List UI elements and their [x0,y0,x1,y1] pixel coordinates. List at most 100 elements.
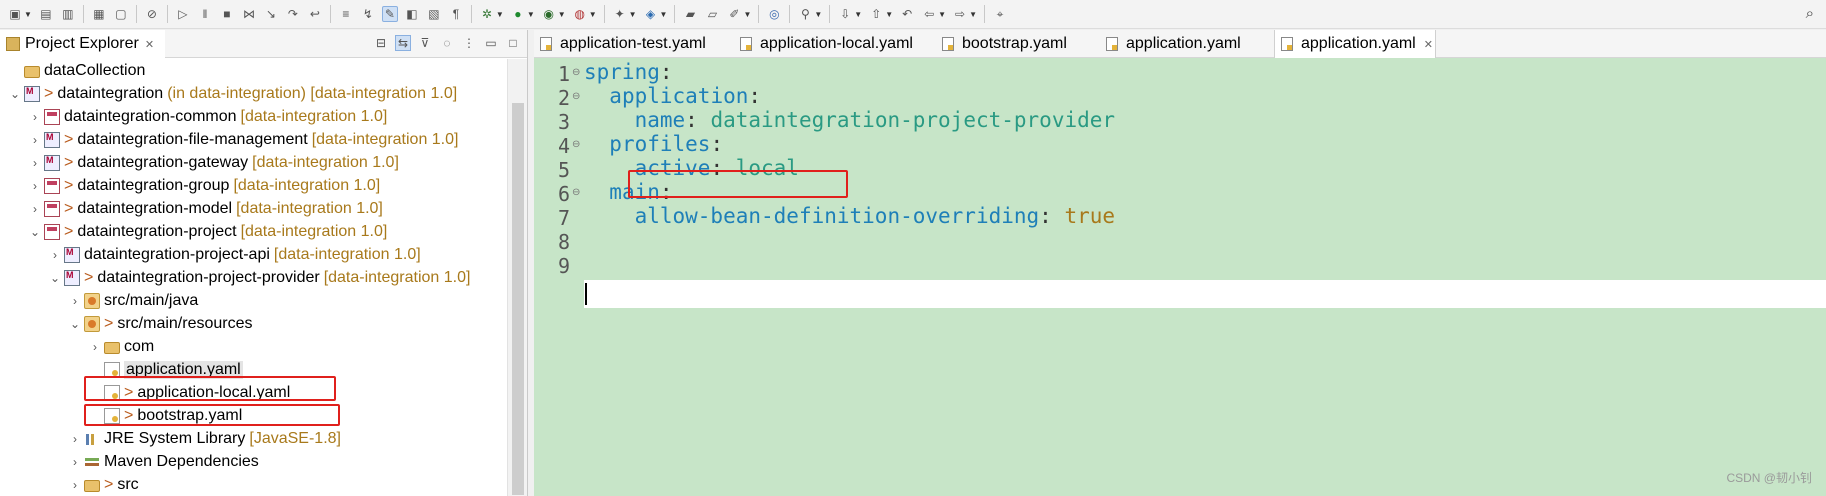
chevron-right-icon[interactable]: › [28,179,42,193]
run-dropdown-icon[interactable]: ▼ [527,10,535,19]
tree-item[interactable]: ⌄ >dataintegration-project-provider[data-… [48,266,470,289]
word-wrap-icon[interactable]: ↯ [360,6,376,22]
forward-icon[interactable]: ⇨ [952,6,968,22]
next-annotation-dropdown-icon[interactable]: ▼ [854,10,862,19]
chevron-right-icon[interactable]: › [28,202,42,216]
tree-item[interactable]: ⌄ > src/main/resources [68,312,253,335]
chevron-right-icon[interactable]: › [68,455,82,469]
minimize-icon[interactable]: ▭ [483,35,499,51]
highlight-icon[interactable]: ◧ [404,6,420,22]
editor-tab[interactable]: application-local.yaml [734,30,936,58]
chevron-right-icon[interactable]: › [28,133,42,147]
chevron-right-icon[interactable]: › [68,432,82,446]
new-java-class-icon[interactable]: ◈ [643,6,659,22]
search-tool-dropdown-icon[interactable]: ▼ [743,10,751,19]
forward-dropdown-icon[interactable]: ▼ [969,10,977,19]
console-icon[interactable]: ▢ [113,6,129,22]
open-type-icon[interactable]: ▰ [682,6,698,22]
debug-dropdown-icon[interactable]: ▼ [496,10,504,19]
previous-annotation-icon[interactable]: ⇧ [868,6,884,22]
tree-item[interactable]: › > dataintegration-model [data-integration… [28,197,383,220]
terminal-icon[interactable]: ▦ [91,6,107,22]
tree-item[interactable]: > application-local.yaml [88,381,290,404]
tree-item[interactable]: › dataintegration-common [data-integration… [28,105,387,128]
search-tool-icon[interactable]: ✐ [726,6,742,22]
code-text-area[interactable]: spring: application: name: dataintegrati… [584,59,1826,496]
tree-scrollbar-thumb[interactable] [512,103,524,495]
tree-item[interactable]: › >dataintegration-file-management[data-i… [28,128,458,151]
pin-icon[interactable]: ⌖ [992,6,1008,22]
tree-item[interactable]: application.yaml [88,358,243,381]
editor-tab[interactable]: application.yaml ✕ [1274,30,1436,58]
step-over-icon[interactable]: ↷ [285,6,301,22]
run-icon[interactable]: ● [510,6,526,22]
save-all-icon[interactable]: ▥ [60,6,76,22]
tree-item[interactable]: › Maven Dependencies [68,450,259,473]
close-icon[interactable]: ✕ [145,38,154,51]
tree-item[interactable]: > bootstrap.yaml [88,404,242,427]
suspend-icon[interactable]: ‖ [197,6,213,22]
tree-item[interactable]: › JRE System Library [JavaSE-1.8] [68,427,341,450]
step-into-icon[interactable]: ↘ [263,6,279,22]
toggle-block-icon[interactable]: ≡ [338,6,354,22]
tree-item[interactable]: ⌄ >dataintegration(in data-integration) [… [8,82,457,105]
show-whitespace-icon[interactable]: ¶ [448,6,464,22]
collapse-all-icon[interactable]: ⊟ [373,35,389,51]
pin-editor-dropdown-icon[interactable]: ▼ [814,10,822,19]
open-task-icon[interactable]: ▱ [704,6,720,22]
tree-item[interactable]: › > src [68,473,139,496]
terminate-icon[interactable]: ■ [219,6,235,22]
chevron-right-icon[interactable]: › [68,478,82,492]
link-with-editor-icon[interactable]: ⇆ [395,35,411,51]
tree-item[interactable]: › dataintegration-project-api[data-integr… [48,243,421,266]
chevron-down-icon[interactable]: ⌄ [68,317,82,331]
chevron-down-icon[interactable]: ⌄ [8,87,22,101]
coverage-dropdown-icon[interactable]: ▼ [558,10,566,19]
chevron-right-icon[interactable]: › [48,248,62,262]
pin-editor-icon[interactable]: ⚲ [797,6,813,22]
new-dropdown-icon[interactable]: ▼ [24,10,32,19]
chevron-right-icon[interactable]: › [88,340,102,354]
filter-icon[interactable]: ⊽ [417,35,433,51]
save-icon[interactable]: ▤ [38,6,54,22]
new-icon[interactable]: ▣ [7,6,23,22]
tree-item[interactable]: › src/main/java [68,289,198,312]
maximize-icon[interactable]: □ [505,35,521,51]
focus-icon[interactable]: ◌ [439,35,455,51]
chevron-right-icon[interactable]: › [28,110,42,124]
tree-item[interactable]: › >dataintegration-gateway[data-integrati… [28,151,399,174]
debug-icon[interactable]: ✲ [479,6,495,22]
external-tools-dropdown-icon[interactable]: ▼ [589,10,597,19]
back-dropdown-icon[interactable]: ▼ [938,10,946,19]
tree-item[interactable]: › com [88,335,154,358]
new-java-package-dropdown-icon[interactable]: ▼ [629,10,637,19]
editor-tab[interactable]: application-test.yaml [534,30,734,58]
step-return-icon[interactable]: ↩ [307,6,323,22]
new-java-package-icon[interactable]: ✦ [612,6,628,22]
view-menu-icon[interactable]: ⋮ [461,35,477,51]
external-tools-icon[interactable]: ◍ [572,6,588,22]
last-edit-icon[interactable]: ↶ [899,6,915,22]
skip-breakpoints-icon[interactable]: ⊘ [144,6,160,22]
resume-icon[interactable]: ▷ [175,6,191,22]
chevron-right-icon[interactable]: › [28,156,42,170]
tree-scrollbar[interactable] [507,59,527,496]
chevron-right-icon[interactable]: › [68,294,82,308]
show-source-icon[interactable]: ▧ [426,6,442,22]
next-annotation-icon[interactable]: ⇩ [837,6,853,22]
previous-annotation-dropdown-icon[interactable]: ▼ [885,10,893,19]
close-icon[interactable]: ✕ [1424,38,1433,51]
fold-icon[interactable]: ⊖ [572,139,580,150]
tree-item[interactable]: dataCollection [8,59,145,82]
editor-tab[interactable]: bootstrap.yaml [936,30,1100,58]
fold-icon[interactable]: ⊖ [572,187,580,198]
mark-occurrences-icon[interactable]: ✎ [381,6,398,22]
back-icon[interactable]: ⇦ [921,6,937,22]
search-icon[interactable]: ⌕ [1806,5,1814,22]
new-java-class-dropdown-icon[interactable]: ▼ [660,10,668,19]
tree-item[interactable]: ⌄ > dataintegration-project [data-integrati… [28,220,387,243]
editor-tab[interactable]: application.yaml [1100,30,1274,58]
tab-project-explorer[interactable]: Project Explorer ✕ [0,30,165,58]
disconnect-icon[interactable]: ⋈ [241,6,257,22]
coverage-icon[interactable]: ◉ [541,6,557,22]
